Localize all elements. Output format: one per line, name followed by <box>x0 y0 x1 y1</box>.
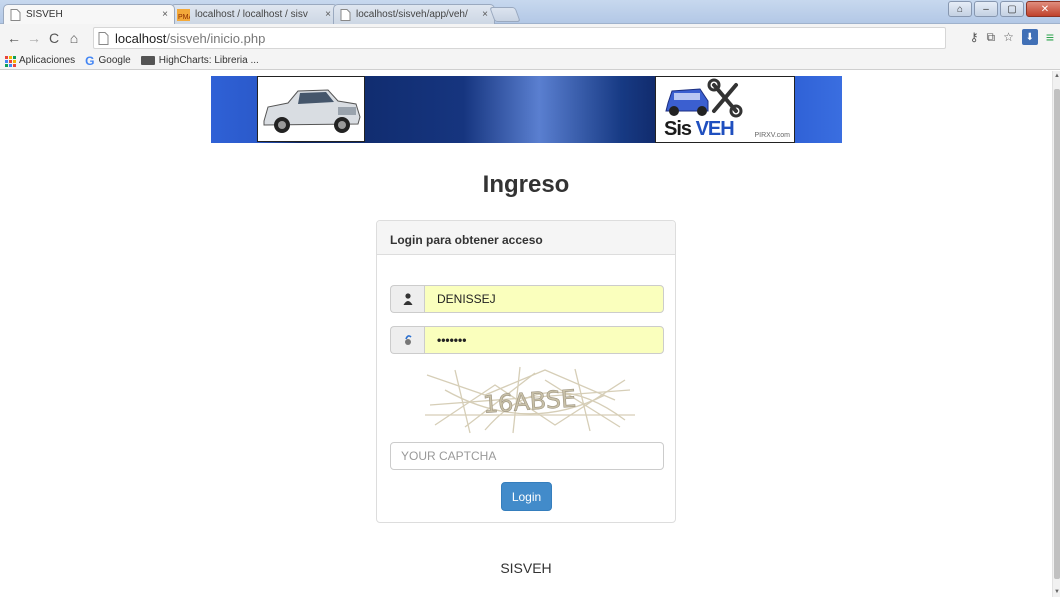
maximize-button[interactable]: ▢ <box>1000 1 1024 17</box>
close-icon[interactable]: × <box>325 9 331 20</box>
tab-title: SISVEH <box>26 9 63 20</box>
user-icon <box>390 285 424 313</box>
page-icon <box>340 8 351 21</box>
new-tab-button[interactable] <box>489 7 521 22</box>
tab-title: localhost / localhost / sisv <box>195 9 308 20</box>
key-icon[interactable]: ⚷ <box>970 30 979 44</box>
bookmark-label: Google <box>98 55 131 66</box>
page-viewport: Sis VEH PIRXV.com Ingreso Login para obt… <box>0 71 1060 597</box>
page-icon <box>98 31 109 45</box>
menu-icon[interactable]: ≡ <box>1046 29 1054 45</box>
username-input[interactable]: DENISSEJ <box>424 285 664 313</box>
forward-arrow-icon[interactable]: → <box>24 30 44 46</box>
page-scrollbar[interactable]: ▲ ▼ <box>1052 71 1060 597</box>
close-icon[interactable]: × <box>162 9 168 20</box>
page-title: Ingreso <box>482 171 570 198</box>
tab-phpmyadmin[interactable]: PMA localhost / localhost / sisv × <box>170 4 338 24</box>
scroll-down-icon[interactable]: ▼ <box>1054 589 1060 595</box>
header-banner: Sis VEH PIRXV.com <box>211 76 842 143</box>
browser-toolbar: ← → C ⌂ localhost/sisveh/inicio.php ⚷ ⧉ … <box>0 24 1060 52</box>
translate-icon[interactable]: ⧉ <box>986 30 995 45</box>
phpmyadmin-icon: PMA <box>177 8 190 21</box>
captcha-input[interactable]: YOUR CAPTCHA <box>390 442 664 470</box>
tab-app-veh[interactable]: localhost/sisveh/app/veh/ × <box>333 4 495 24</box>
bookmark-apps[interactable]: Aplicaciones <box>5 55 76 67</box>
scroll-up-icon[interactable]: ▲ <box>1054 73 1060 79</box>
address-bar[interactable]: localhost/sisveh/inicio.php <box>93 27 946 49</box>
scroll-thumb[interactable] <box>1054 89 1060 579</box>
url-host: localhost <box>115 30 167 46</box>
google-icon: G <box>85 53 95 68</box>
captcha-image: 16ABSE <box>425 365 635 435</box>
minimize-button[interactable]: – <box>974 1 998 17</box>
bookmark-label: Aplicaciones <box>19 55 76 66</box>
password-input[interactable]: ••••••• <box>424 326 664 354</box>
page-icon <box>10 8 21 21</box>
close-window-button[interactable]: ✕ <box>1026 1 1060 17</box>
password-group: ••••••• <box>390 326 664 354</box>
username-group: DENISSEJ <box>390 285 664 313</box>
bookmark-label: HighCharts: Libreria ... <box>158 55 259 66</box>
toolbar-actions: ⚷ ⧉ ☆ ⬇ ≡ <box>970 29 1054 45</box>
logo-wordmark: Sis VEH <box>664 118 735 140</box>
sisveh-logo: Sis VEH PIRXV.com <box>655 76 795 143</box>
tab-sisveh[interactable]: SISVEH × <box>3 4 175 24</box>
panel-heading: Login para obtener acceso <box>377 221 675 255</box>
lock-icon <box>390 326 424 354</box>
window-controls: ⌂ – ▢ ✕ <box>948 1 1060 19</box>
tab-title: localhost/sisveh/app/veh/ <box>356 9 468 20</box>
footer-text: SISVEH <box>500 560 552 576</box>
bookmark-google[interactable]: G Google <box>85 54 131 68</box>
bookmark-highcharts[interactable]: HighCharts: Libreria ... <box>140 55 259 66</box>
url-path: /sisveh/inicio.php <box>166 30 266 46</box>
browser-tabstrip: SISVEH × PMA localhost / localhost / sis… <box>0 0 1060 24</box>
close-icon[interactable]: × <box>482 9 488 20</box>
home-icon[interactable]: ⌂ <box>64 30 84 46</box>
login-button[interactable]: Login <box>501 482 552 511</box>
folder-icon <box>140 56 155 65</box>
login-panel: Login para obtener acceso DENISSEJ •••••… <box>376 220 676 523</box>
back-arrow-icon[interactable]: ← <box>4 30 24 46</box>
bookmarks-bar: Aplicaciones G Google HighCharts: Librer… <box>0 52 1060 70</box>
reload-icon[interactable]: C <box>44 30 64 46</box>
star-icon[interactable]: ☆ <box>1003 30 1014 44</box>
logo-subtext: PIRXV.com <box>754 132 790 139</box>
truck-image <box>257 76 365 142</box>
download-icon[interactable]: ⬇ <box>1021 29 1038 45</box>
svg-text:PMA: PMA <box>178 14 190 21</box>
apps-grid-icon <box>5 55 16 67</box>
user-icon[interactable]: ⌂ <box>948 1 972 17</box>
